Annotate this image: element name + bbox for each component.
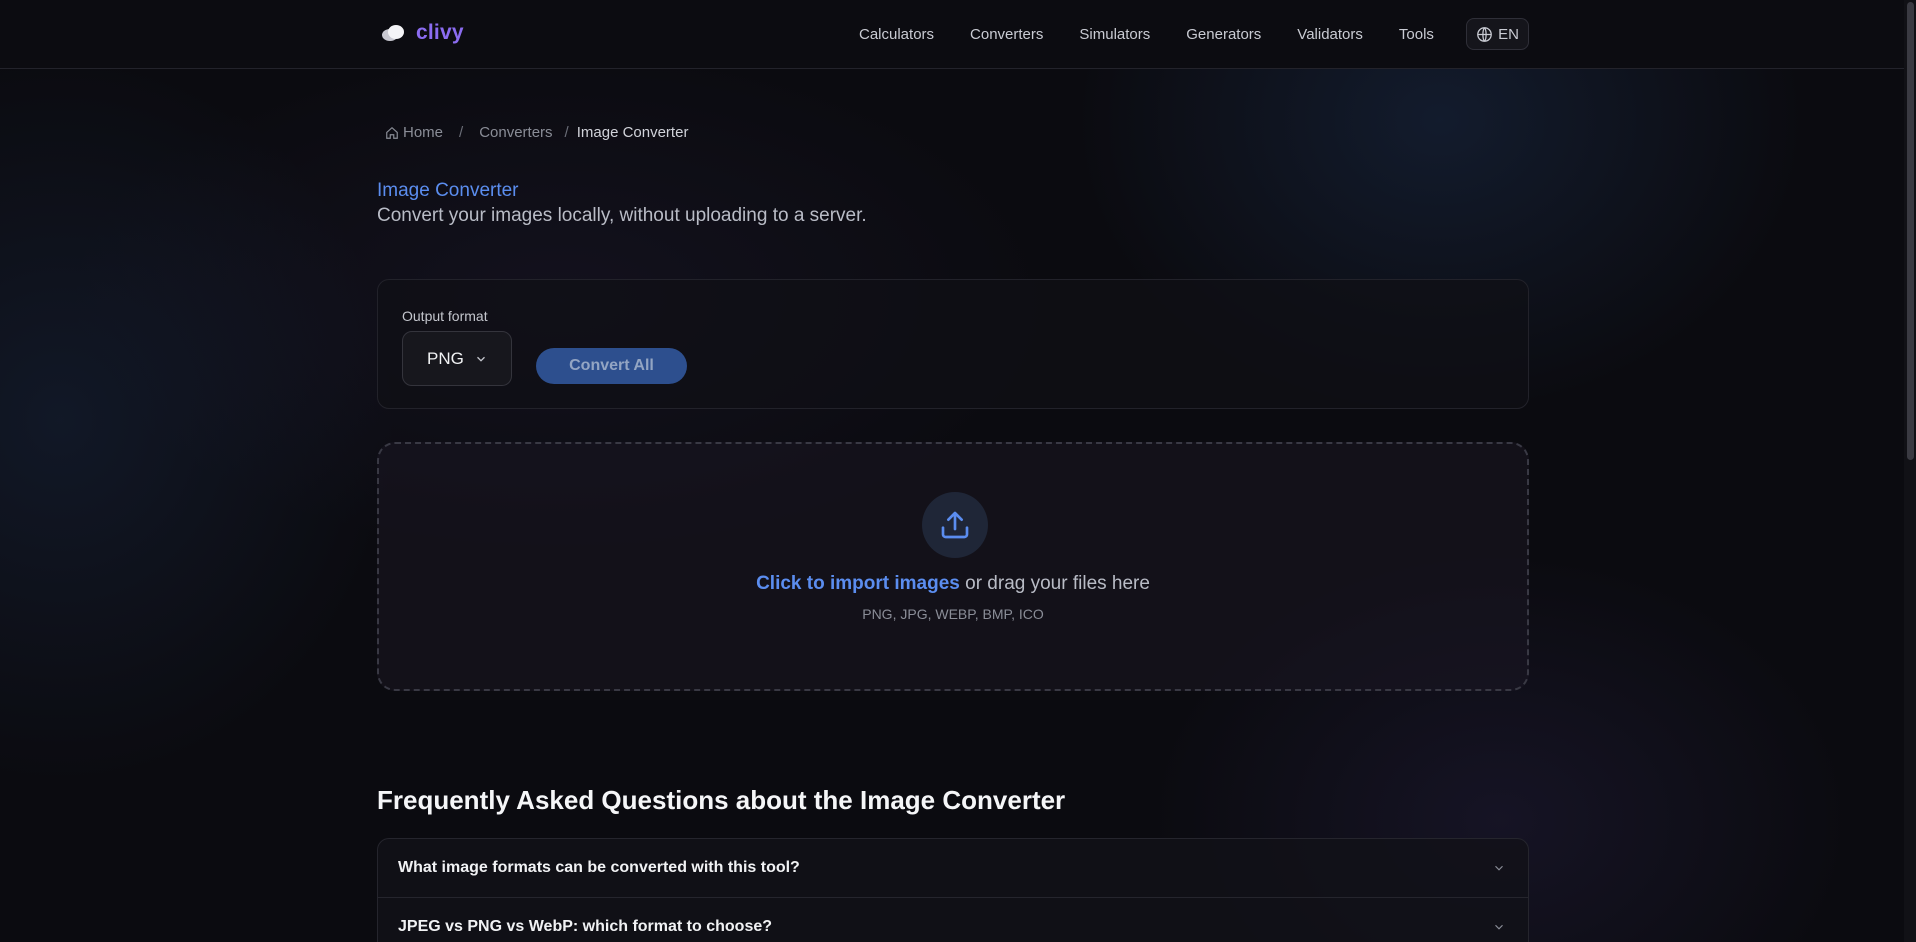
breadcrumb-home-label: Home (403, 124, 444, 141)
nav-item-validators[interactable]: Validators (1297, 26, 1363, 43)
breadcrumb-home[interactable]: Home (385, 124, 443, 141)
upload-icon (941, 511, 969, 539)
top-navigation-bar: clivy Calculators Converters Simulators … (0, 0, 1904, 69)
page-title: Image Converter (377, 180, 519, 201)
breadcrumb-separator: / (564, 124, 569, 141)
nav-item-tools[interactable]: Tools (1399, 26, 1434, 43)
import-images-link[interactable]: Click to import images (756, 573, 960, 594)
convert-all-button[interactable]: Convert All (536, 348, 687, 384)
nav-item-converters[interactable]: Converters (970, 26, 1043, 43)
chevron-down-icon (1495, 865, 1503, 871)
conversion-options-card: Output format PNG Convert All (377, 279, 1529, 409)
page-scrollbar[interactable] (1904, 0, 1916, 942)
brand-logo[interactable]: clivy (380, 20, 464, 46)
output-format-select[interactable]: PNG (402, 331, 512, 386)
faq-item[interactable]: What image formats can be converted with… (378, 839, 1528, 898)
scrollbar-thumb[interactable] (1907, 2, 1914, 460)
faq-question: What image formats can be converted with… (398, 859, 800, 876)
supported-formats: PNG, JPG, WEBP, BMP, ICO (862, 606, 1044, 622)
faq-item[interactable]: JPEG vs PNG vs WebP: which format to cho… (378, 898, 1528, 942)
nav-item-calculators[interactable]: Calculators (859, 26, 934, 43)
dropzone-instructions: Click to import images or drag your file… (379, 573, 1527, 595)
output-format-value: PNG (427, 348, 464, 368)
breadcrumb-converters[interactable]: Converters (479, 124, 552, 141)
image-dropzone[interactable]: Click to import images or drag your file… (377, 442, 1529, 691)
faq-list: What image formats can be converted with… (377, 838, 1529, 942)
cloud-logo-icon (382, 25, 404, 41)
globe-icon (1477, 26, 1492, 42)
output-format-label: Output format (402, 308, 488, 324)
language-selector[interactable]: EN (1466, 18, 1529, 50)
chevron-down-icon (1495, 924, 1503, 930)
main-nav: Calculators Converters Simulators Genera… (859, 0, 1470, 68)
chevron-down-icon (476, 356, 485, 362)
faq-question: JPEG vs PNG vs WebP: which format to cho… (398, 918, 773, 935)
breadcrumb: Home / Converters / Image Converter (385, 124, 688, 141)
language-code: EN (1498, 25, 1519, 43)
upload-icon-container (922, 492, 988, 558)
brand-name: clivy (416, 21, 464, 44)
home-icon (386, 126, 398, 139)
page-subtitle: Convert your images locally, without upl… (377, 205, 867, 226)
nav-item-generators[interactable]: Generators (1186, 26, 1261, 43)
nav-item-simulators[interactable]: Simulators (1079, 26, 1150, 43)
faq-heading: Frequently Asked Questions about the Ima… (377, 785, 1066, 815)
breadcrumb-current: Image Converter (576, 124, 689, 141)
breadcrumb-separator: / (459, 124, 464, 141)
dropzone-drag-text: or drag your files here (959, 573, 1150, 594)
